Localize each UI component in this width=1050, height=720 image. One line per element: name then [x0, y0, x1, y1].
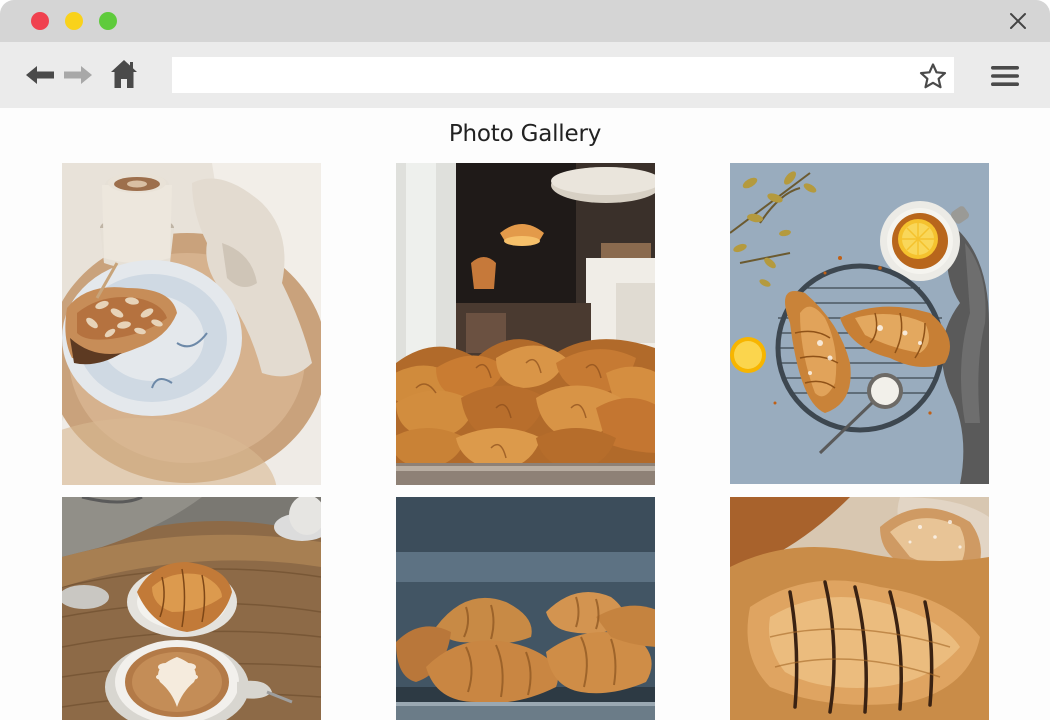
star-icon[interactable]: [918, 62, 948, 90]
gallery-photo-chocolate-croissant[interactable]: [730, 497, 989, 720]
home-icon[interactable]: [109, 58, 139, 90]
gallery-photo-bakery-croissants[interactable]: [396, 163, 655, 485]
minimize-window-dot[interactable]: [65, 12, 83, 30]
browser-toolbar: [0, 42, 1050, 108]
gallery-photo-croissants-tray[interactable]: [396, 497, 655, 720]
title-bar: [0, 0, 1050, 42]
gallery-photo-croissant-plate-coffee[interactable]: [62, 163, 321, 485]
close-window-dot[interactable]: [31, 12, 49, 30]
gallery-photo-croissants-tea-lemon[interactable]: [730, 163, 989, 484]
forward-arrow-icon[interactable]: [62, 62, 94, 88]
address-bar-input[interactable]: [172, 57, 954, 93]
close-icon[interactable]: [1008, 11, 1028, 31]
gallery-photo-croissant-latte[interactable]: [62, 497, 321, 720]
hamburger-menu-icon[interactable]: [989, 63, 1021, 89]
page-title: Photo Gallery: [448, 121, 602, 147]
browser-window: Photo Gallery: [0, 0, 1050, 720]
back-arrow-icon[interactable]: [24, 62, 56, 88]
maximize-window-dot[interactable]: [99, 12, 117, 30]
